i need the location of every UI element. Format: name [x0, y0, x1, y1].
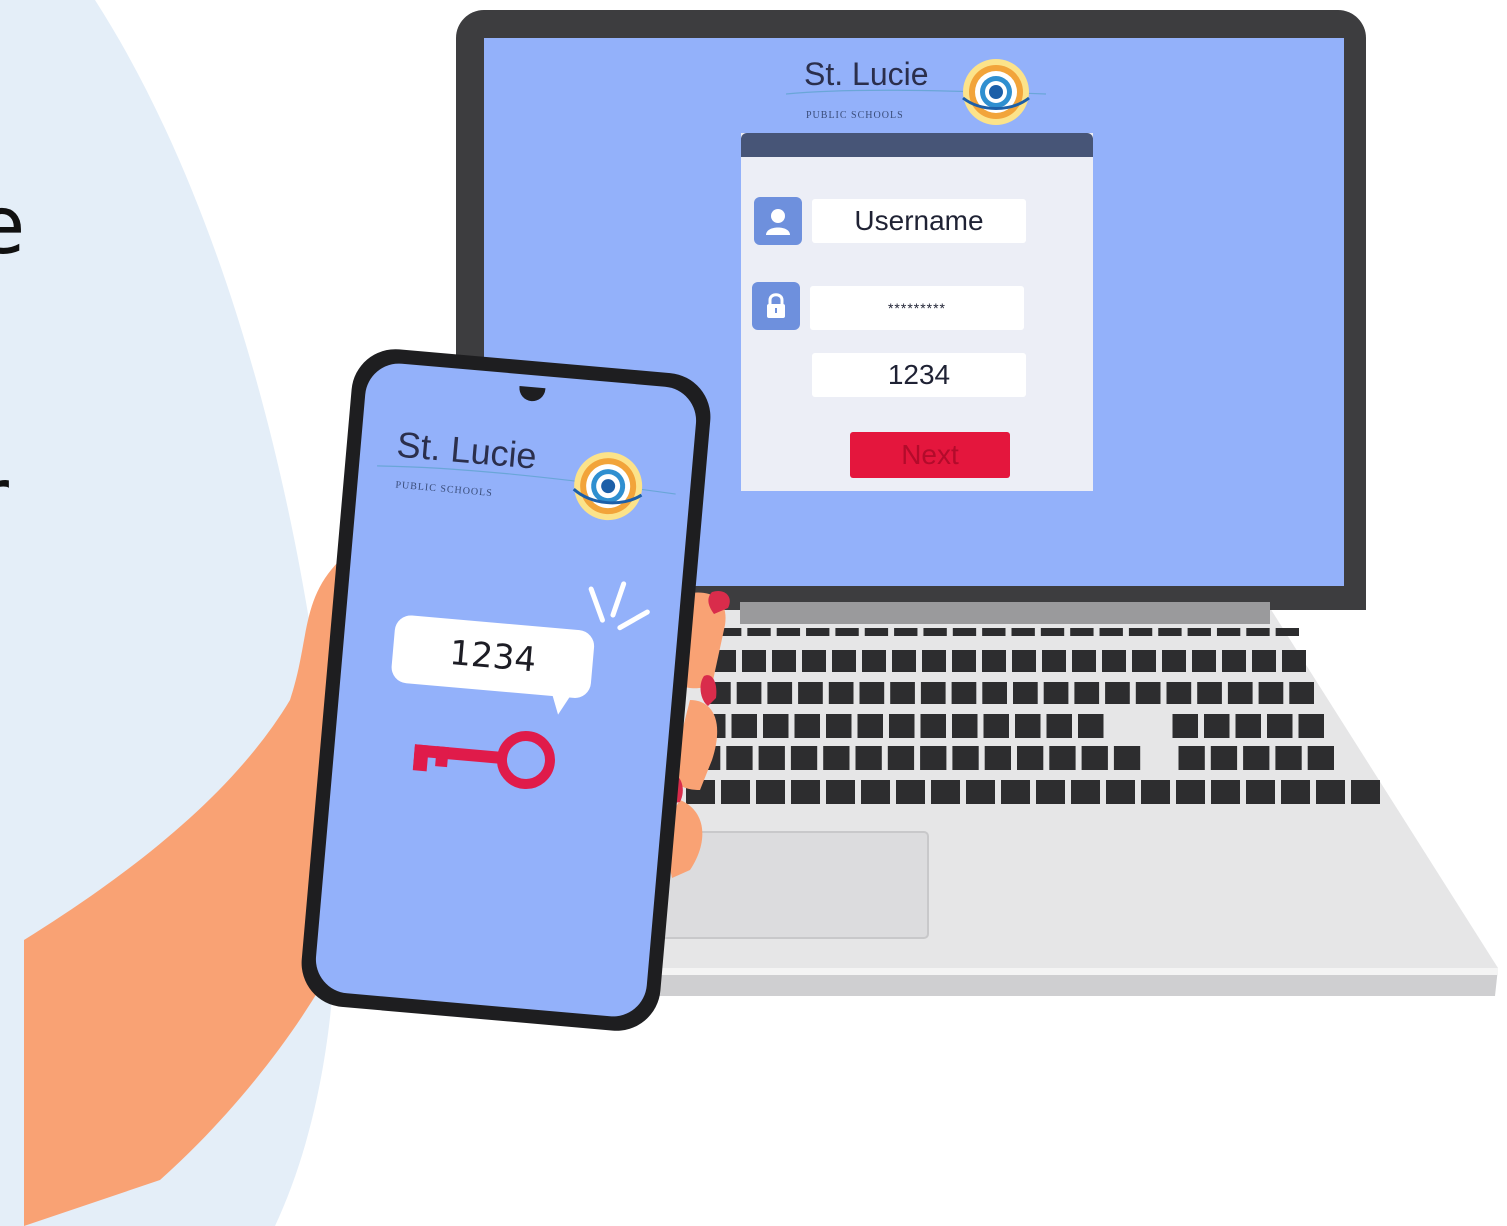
- smartphone: St. Lucie PUBLIC SCHOOLS 1234: [297, 345, 715, 1035]
- notification-bubble-tail: [548, 687, 575, 716]
- notification-code: 1234: [448, 633, 538, 681]
- phone-notch: [518, 386, 546, 403]
- notification-bubble: 1234: [390, 614, 596, 700]
- key-icon: [412, 731, 555, 790]
- phone-logo: St. Lucie PUBLIC SCHOOLS: [373, 418, 680, 534]
- phone-logo-sun-icon: [377, 452, 676, 521]
- hand-illustration: [24, 516, 730, 1226]
- two-factor-auth-illustration: e e r St. Lucie PUBLIC SCHOOLS: [0, 0, 1507, 1226]
- phone-screen: St. Lucie PUBLIC SCHOOLS 1234: [313, 360, 699, 1020]
